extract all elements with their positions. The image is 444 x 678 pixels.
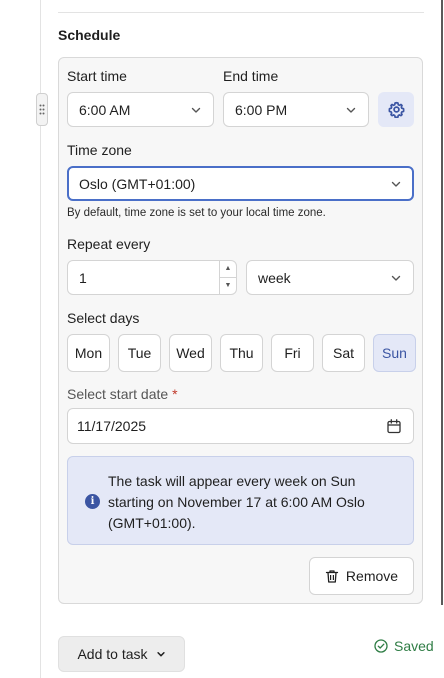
- chevron-down-icon: [346, 107, 356, 113]
- gear-icon: [387, 101, 405, 118]
- time-zone-select[interactable]: Oslo (GMT+01:00): [67, 166, 414, 201]
- day-fri-button[interactable]: Fri: [271, 334, 314, 372]
- time-zone-value: Oslo (GMT+01:00): [79, 175, 196, 192]
- drag-handle-icon[interactable]: [36, 93, 48, 126]
- day-sun-button[interactable]: Sun: [373, 334, 416, 372]
- remove-button[interactable]: Remove: [309, 557, 414, 595]
- end-time-label: End time: [223, 68, 279, 84]
- check-circle-icon: [374, 639, 388, 653]
- add-to-task-label: Add to task: [77, 646, 148, 662]
- divider: [58, 12, 424, 13]
- day-thu-button[interactable]: Thu: [220, 334, 263, 372]
- chevron-down-icon: [191, 107, 201, 113]
- required-mark: *: [172, 386, 178, 402]
- repeat-count-input[interactable]: 1 ▲ ▼: [67, 260, 237, 295]
- schedule-summary-info: i The task will appear every week on Sun…: [67, 456, 414, 545]
- select-days-label: Select days: [67, 310, 140, 326]
- scrollbar[interactable]: [441, 0, 443, 605]
- saved-label: Saved: [394, 638, 434, 654]
- start-date-value: 11/17/2025: [77, 418, 147, 434]
- day-wed-button[interactable]: Wed: [169, 334, 212, 372]
- left-rail: [0, 0, 41, 678]
- info-icon: i: [85, 494, 100, 509]
- start-time-label: Start time: [67, 68, 127, 84]
- time-zone-label: Time zone: [67, 142, 132, 158]
- time-zone-hint: By default, time zone is set to your loc…: [67, 207, 326, 219]
- day-mon-button[interactable]: Mon: [67, 334, 110, 372]
- repeat-every-label: Repeat every: [67, 236, 151, 252]
- saved-status: Saved: [374, 638, 434, 654]
- start-date-input[interactable]: 11/17/2025: [67, 408, 414, 444]
- add-to-task-button[interactable]: Add to task: [58, 636, 185, 672]
- repeat-unit-select[interactable]: week: [246, 260, 414, 295]
- repeat-count-stepper[interactable]: ▲ ▼: [219, 261, 236, 294]
- remove-button-label: Remove: [345, 568, 399, 584]
- day-sat-button[interactable]: Sat: [322, 334, 365, 372]
- day-tue-button[interactable]: Tue: [118, 334, 161, 372]
- time-settings-button[interactable]: [378, 92, 414, 127]
- chevron-down-icon: [391, 275, 401, 281]
- schedule-summary-text: The task will appear every week on Sun s…: [108, 473, 365, 531]
- trash-icon: [325, 569, 339, 583]
- start-time-select[interactable]: 6:00 AM: [67, 92, 214, 127]
- end-time-select[interactable]: 6:00 PM: [223, 92, 369, 127]
- repeat-count-value: 1: [79, 269, 87, 286]
- calendar-icon[interactable]: [387, 419, 401, 434]
- start-time-value: 6:00 AM: [79, 101, 131, 118]
- start-date-label: Select start date *: [67, 386, 178, 402]
- stepper-up-icon[interactable]: ▲: [220, 261, 236, 278]
- chevron-down-icon: [391, 181, 401, 187]
- end-time-value: 6:00 PM: [235, 101, 288, 118]
- start-date-label-text: Select start date: [67, 386, 169, 402]
- section-title: Schedule: [58, 27, 121, 43]
- repeat-unit-value: week: [258, 269, 291, 286]
- chevron-down-icon: [156, 652, 165, 657]
- stepper-down-icon[interactable]: ▼: [220, 278, 236, 295]
